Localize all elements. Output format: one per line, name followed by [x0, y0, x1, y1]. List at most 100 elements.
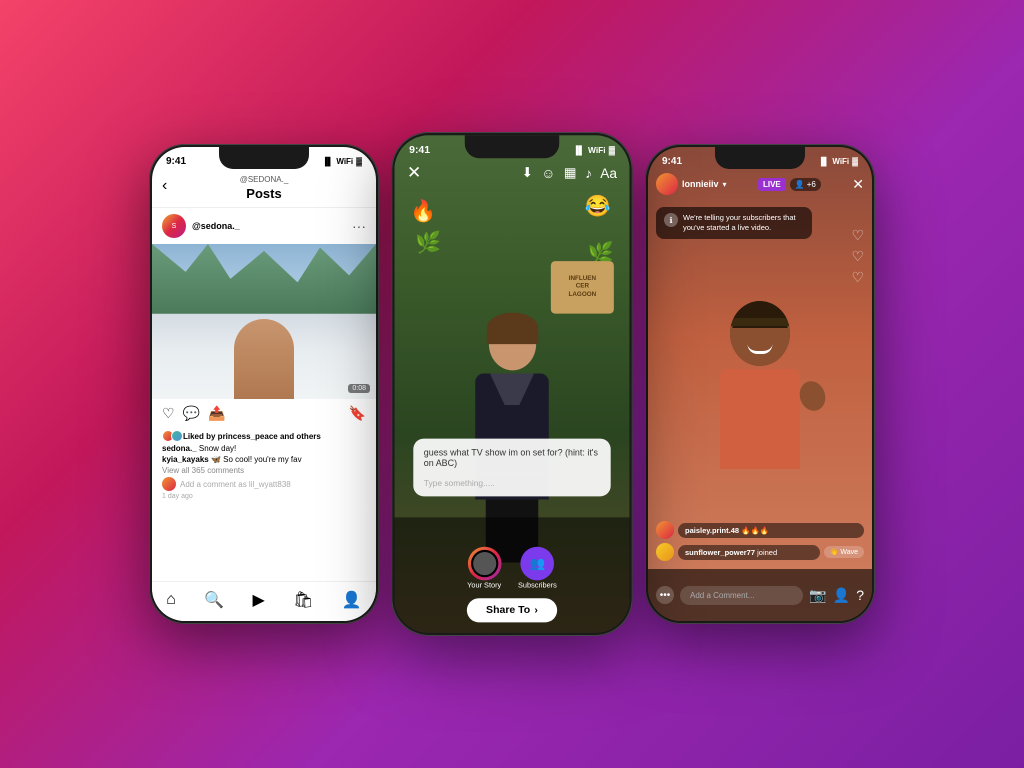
phone2-person — [454, 318, 570, 549]
phone1-profile-nav[interactable]: 👤 — [342, 590, 362, 610]
phone3-notification: ℹ We're telling your subscribers that yo… — [656, 207, 812, 239]
phone3-viewers-count: 👤 +6 — [790, 178, 821, 191]
phone3-comment-input[interactable]: Add a Comment... — [680, 586, 803, 605]
phone2-download-icon[interactable]: ⬇ — [522, 165, 533, 182]
phone2-sign-text3: LAGOON — [569, 291, 597, 299]
phone3-comment2-user: sunflower_power77 — [685, 548, 755, 557]
wifi-icon-3: WiFi — [832, 157, 849, 166]
phone3-comment2-text: joined — [757, 548, 777, 557]
phone1-user-avatar[interactable]: S — [162, 214, 186, 238]
battery-icon: ▓ — [356, 157, 362, 166]
signal-icon-2: ▐▌ — [573, 145, 585, 154]
signal-icon: ▐▌ — [322, 157, 333, 166]
phone2-top-bar: ✕ ⬇ ☺ ▦ ♪ Aa — [394, 162, 629, 183]
phone2-share-chevron-icon: › — [534, 605, 538, 617]
phone1-liked-text[interactable]: Liked by princess_peace and others — [183, 432, 321, 441]
phone3-bottom-icons: 📷 👤 ? — [809, 587, 864, 604]
phone2-question-text: guess what TV show im on set for? (hint:… — [424, 447, 600, 468]
phone3-add-person-icon[interactable]: 👤 — [833, 587, 850, 604]
phone3-notification-text: We're telling your subscribers that you'… — [683, 213, 804, 233]
phone1-reels-nav[interactable]: ▶ — [252, 590, 264, 610]
phone3-viewers-number: +6 — [807, 180, 816, 189]
phone2-sticker-icon[interactable]: ☺ — [541, 165, 555, 181]
phone1-user-row: S @sedona._ ··· — [152, 208, 376, 244]
phone1-more-button[interactable]: ··· — [352, 218, 366, 234]
phone3-user-info: lonnieiiv ▾ — [656, 173, 727, 195]
phone2-jacket-collar — [475, 374, 549, 406]
phone3-screen: lonnieiiv ▾ LIVE 👤 +6 ✕ ℹ We'r — [648, 147, 872, 621]
battery-icon-3: ▓ — [852, 157, 858, 166]
phone1-liked-avatars — [162, 430, 180, 442]
phone1-home-nav[interactable]: ⌂ — [166, 591, 176, 609]
phone1-trees — [152, 244, 376, 314]
phone3-comment-avatar-1 — [656, 521, 674, 539]
phone1-notch — [219, 147, 309, 169]
phone3-comment-row-2: sunflower_power77 joined 👋 Wave — [656, 543, 864, 561]
phone3-shirt — [720, 369, 800, 469]
phone-3: 9:41 ▐▌ WiFi ▓ — [645, 144, 875, 624]
phone3-options-button[interactable]: ••• — [656, 586, 674, 604]
phone3-dots-icon: ••• — [660, 590, 671, 601]
phone1-actions: ♡ 💬 📤 🔖 — [152, 399, 376, 428]
phone1-time: 9:41 — [166, 156, 186, 167]
phone2-text-icon[interactable]: Aa — [600, 165, 617, 181]
phone1-view-comments[interactable]: View all 365 comments — [162, 466, 366, 475]
phone3-notch — [715, 147, 805, 169]
phone1-comment-placeholder[interactable]: Add a comment as lil_wyatt838 — [180, 480, 291, 489]
phones-container: 9:41 ▐▌ WiFi ▓ ‹ @SEDONA._ Posts — [129, 124, 895, 644]
phone2-story-options: Your Story 👥 Subscribers — [467, 547, 557, 590]
phone2-share-to-button[interactable]: Share To › — [467, 598, 557, 622]
phone1-share-button[interactable]: 📤 — [208, 405, 225, 422]
phone3-camera-icon[interactable]: 📷 — [809, 587, 826, 604]
phone2-subscribers-option[interactable]: 👥 Subscribers — [518, 547, 557, 590]
phone1-username[interactable]: @sedona._ — [192, 221, 240, 231]
phone2-answer-input[interactable]: Type something..... — [424, 473, 600, 488]
phone1-save-button[interactable]: 🔖 — [349, 405, 366, 422]
phone2-status-icons: ▐▌ WiFi ▓ — [573, 145, 615, 154]
phone3-username[interactable]: lonnieiiv — [682, 179, 719, 189]
phone3-question-icon[interactable]: ? — [856, 587, 864, 603]
phone2-share-to-label: Share To — [486, 605, 530, 617]
phone2-your-story-label: Your Story — [467, 582, 501, 589]
phone3-time: 9:41 — [662, 156, 682, 167]
phone1-comment-button[interactable]: 💬 — [183, 405, 200, 422]
phone2-subscribers-circle: 👥 — [521, 547, 555, 581]
phone3-comment-avatar-2 — [656, 543, 674, 561]
liked-avatar-2 — [171, 430, 183, 442]
phone1-caption-user[interactable]: sedona._ — [162, 444, 197, 453]
phone2-story-ring — [467, 547, 501, 581]
phone3-wave-button[interactable]: 👋 Wave — [824, 546, 864, 558]
phone3-comment-row-1: paisley.print.48 🔥🔥🔥 — [656, 521, 864, 539]
phone1-photo[interactable]: 0:08 — [152, 244, 376, 399]
phone3-status-icons: ▐▌ WiFi ▓ — [818, 157, 858, 166]
phone2-bottom-area: Your Story 👥 Subscribers Share To › — [394, 517, 629, 632]
phone3-hearts: ♡ ♡ ♡ — [851, 227, 864, 286]
phone1-shop-nav[interactable]: 🛍 — [293, 590, 313, 610]
phone3-top-bar: lonnieiiv ▾ LIVE 👤 +6 ✕ — [648, 173, 872, 195]
phone2-story-circle-inner — [471, 550, 498, 577]
phone1-comment1-user[interactable]: kyia_kayaks — [162, 455, 209, 464]
phone3-close-button[interactable]: ✕ — [852, 176, 864, 193]
phone2-close-button[interactable]: ✕ — [407, 162, 421, 183]
phone1-comment-input-row[interactable]: Add a comment as lil_wyatt838 — [162, 477, 366, 491]
phone1-time-ago: 1 day ago — [162, 493, 366, 500]
phone3-user-avatar[interactable] — [656, 173, 678, 195]
phone2-toolbar-icons: ⬇ ☺ ▦ ♪ Aa — [522, 165, 617, 182]
phone1-caption-area: Liked by princess_peace and others sedon… — [152, 428, 376, 504]
phone2-your-story-option[interactable]: Your Story — [467, 547, 501, 590]
phone3-heart-icon-2: ♡ — [851, 248, 864, 265]
phone1-back-button[interactable]: ‹ — [162, 177, 167, 195]
phone3-comment-bubble-1: paisley.print.48 🔥🔥🔥 — [678, 523, 864, 538]
phone2-sign-text2: CER — [576, 284, 589, 292]
phone3-hand — [796, 378, 830, 415]
phone1-like-button[interactable]: ♡ — [162, 405, 175, 422]
phone2-emoji-left: 🌿 — [415, 230, 441, 256]
phone1-search-nav[interactable]: 🔍 — [204, 590, 224, 610]
phone3-comments: paisley.print.48 🔥🔥🔥 sunflower_power77 j… — [656, 521, 864, 561]
phone2-music-icon[interactable]: ♪ — [585, 165, 592, 181]
phone1-comment1-emoji: 🦋 — [211, 455, 223, 464]
phone2-subscribers-icon: 👥 — [530, 556, 546, 571]
phone3-info-icon: ℹ — [664, 213, 678, 227]
phone3-viewers-icon: 👤 — [795, 180, 805, 189]
phone2-layout-icon[interactable]: ▦ — [564, 165, 577, 182]
